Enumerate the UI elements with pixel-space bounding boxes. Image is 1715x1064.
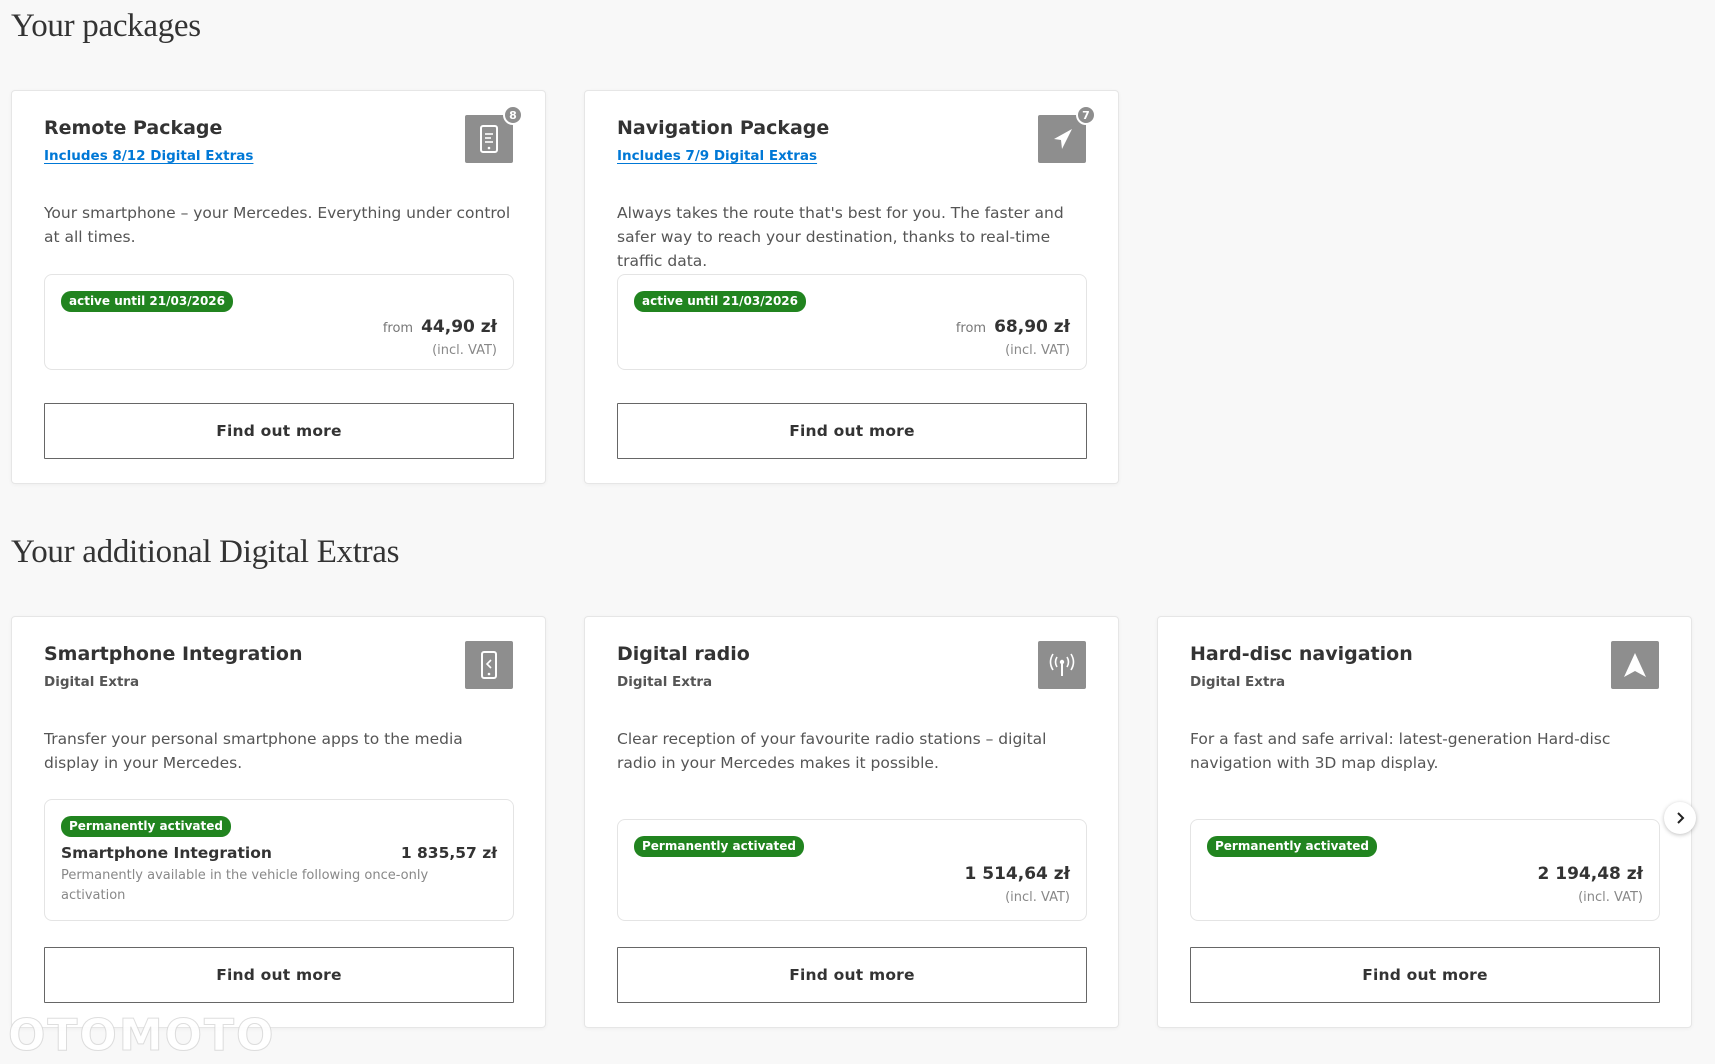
card-title: Navigation Package: [617, 117, 830, 139]
vat-note: (incl. VAT): [1578, 890, 1643, 905]
price-amount: 44,90 zł: [421, 317, 497, 337]
price-box: Permanently activated 2 194,48 zł (incl.…: [1190, 819, 1660, 921]
card-description: Transfer your personal smartphone apps t…: [44, 730, 463, 772]
find-out-more-button[interactable]: Find out more: [44, 403, 514, 459]
chevron-right-icon: [1677, 812, 1685, 824]
package-card-navigation: Navigation Package Includes 7/9 Digital …: [584, 90, 1119, 484]
find-out-more-button[interactable]: Find out more: [44, 947, 514, 1003]
price-prefix: from: [382, 321, 414, 336]
price-row: from 44,90 zł: [383, 317, 497, 337]
included-extras-link[interactable]: Includes 8/12 Digital Extras: [44, 148, 253, 164]
status-badge: active until 21/03/2026: [634, 291, 806, 312]
status-badge: Permanently activated: [1207, 836, 1377, 857]
extra-card-hard-disc-navigation: Hard-disc navigation Digital Extra For a…: [1157, 616, 1692, 1028]
card-title: Hard-disc navigation: [1190, 643, 1413, 665]
card-subtitle: Digital Extra: [44, 674, 140, 690]
packages-section-title: Your packages: [11, 8, 201, 44]
extra-card-digital-radio: Digital radio Digital Extra Clear recept…: [584, 616, 1119, 1028]
status-badge: active until 21/03/2026: [61, 291, 233, 312]
card-title: Smartphone Integration: [44, 643, 303, 665]
status-badge: Permanently activated: [61, 816, 231, 837]
extras-section-title: Your additional Digital Extras: [11, 534, 400, 570]
card-subtitle: Digital Extra: [617, 674, 713, 690]
card-description: Always takes the route that's best for y…: [617, 204, 1064, 270]
carousel-next-button[interactable]: [1664, 802, 1696, 834]
card-description: For a fast and safe arrival: latest-gene…: [1190, 730, 1611, 772]
find-out-more-button[interactable]: Find out more: [617, 403, 1087, 459]
navigation-arrow-icon: 7: [1038, 105, 1096, 163]
phone-remote-icon: 8: [465, 105, 523, 163]
price-row: from 68,90 zł: [956, 317, 1070, 337]
detail-name: Smartphone Integration: [61, 844, 272, 862]
card-title: Digital radio: [617, 643, 750, 665]
find-out-more-button[interactable]: Find out more: [617, 947, 1087, 1003]
watermark-logo: OTOMOTO: [7, 1010, 276, 1061]
price-box: active until 21/03/2026 from 68,90 zł (i…: [617, 274, 1087, 370]
price-box: active until 21/03/2026 from 44,90 zł (i…: [44, 274, 514, 370]
vat-note: (incl. VAT): [1005, 343, 1070, 358]
package-card-remote: Remote Package Includes 8/12 Digital Ext…: [11, 90, 546, 484]
radio-antenna-icon: [1038, 641, 1086, 689]
extras-count-badge: 7: [1076, 105, 1096, 125]
price-amount: 1 835,57 zł: [400, 844, 497, 862]
price-row: 1 514,64 zł: [965, 864, 1070, 884]
price-row: 2 194,48 zł: [1538, 864, 1643, 884]
card-subtitle: Digital Extra: [1190, 674, 1286, 690]
vat-note: (incl. VAT): [432, 343, 497, 358]
card-description: Your smartphone – your Mercedes. Everyth…: [44, 204, 511, 246]
smartphone-icon: [465, 641, 513, 689]
find-out-more-button[interactable]: Find out more: [1190, 947, 1660, 1003]
price-amount: 68,90 zł: [994, 317, 1070, 337]
status-badge: Permanently activated: [634, 836, 804, 857]
price-prefix: from: [955, 321, 987, 336]
price-box: Permanently activated Smartphone Integra…: [44, 799, 514, 921]
vat-note: (incl. VAT): [1005, 890, 1070, 905]
price-amount: 2 194,48 zł: [1537, 864, 1643, 884]
price-amount: 1 514,64 zł: [964, 864, 1070, 884]
extra-card-smartphone-integration: Smartphone Integration Digital Extra Tra…: [11, 616, 546, 1028]
extras-count-badge: 8: [503, 105, 523, 125]
included-extras-link[interactable]: Includes 7/9 Digital Extras: [617, 148, 817, 164]
price-box: Permanently activated 1 514,64 zł (incl.…: [617, 819, 1087, 921]
detail-note: Permanently available in the vehicle fol…: [61, 868, 429, 903]
card-title: Remote Package: [44, 117, 223, 139]
navigation-pointer-icon: [1611, 641, 1659, 689]
card-description: Clear reception of your favourite radio …: [617, 730, 1047, 772]
